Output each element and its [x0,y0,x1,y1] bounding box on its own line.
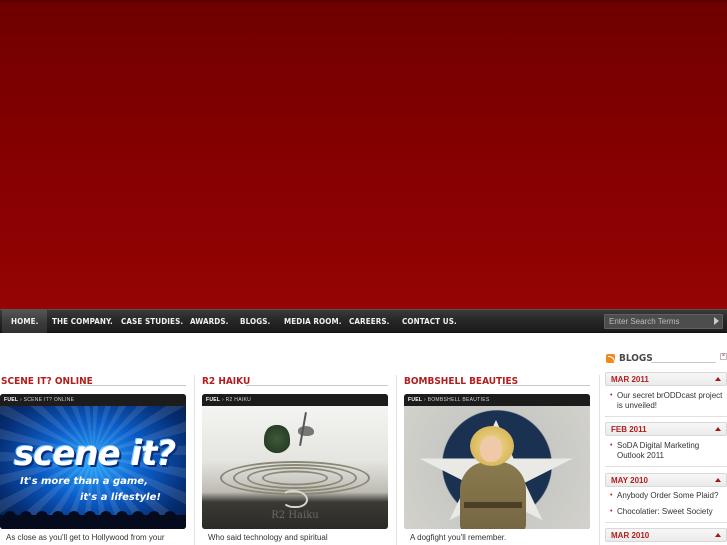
post-title: Anybody Order Some Plaid? [617,491,719,500]
feature-description: Who said technology and spiritual [208,533,328,542]
title-rule [500,385,590,386]
month-label: MAY 2010 [611,476,648,485]
breadcrumb: FUEL › BOMBSHELL BEAUTIES [404,394,590,406]
image-tagline: it's a lifestyle! [80,492,161,503]
crowd-silhouette [0,511,186,529]
archive-month-may-2010[interactable]: MAY 2010 [605,473,727,487]
search-input[interactable] [609,315,707,328]
blog-post-link[interactable]: Our secret brODDcast project is unveiled… [610,391,722,411]
nav-media-room[interactable]: MEDIA ROOM. [284,310,342,333]
blog-post-link[interactable]: Chocolatier: Sweet Society [610,507,713,517]
crumb-brand: FUEL [206,397,221,403]
nav-awards[interactable]: AWARDS. [190,310,229,333]
nav-the-company[interactable]: THE COMPANY. [52,310,113,333]
post-title: Our secret brODDcast project [617,391,723,400]
feature-card[interactable]: FUEL › R2 HAIKU R2 Haiku [202,394,388,529]
month-label: FEB 2011 [611,425,647,434]
image-tagline: It's more than a game, [20,476,148,487]
archive-month-mar-2011[interactable]: MAR 2011 [605,372,727,386]
chevron-up-icon[interactable] [715,377,721,381]
nav-case-studies[interactable]: CASE STUDIES. [121,310,183,333]
rss-icon[interactable] [606,354,615,363]
divider [605,416,727,417]
arrow-right-icon[interactable] [714,317,719,325]
nav-careers[interactable]: CAREERS. [349,310,390,333]
sidebar-title: BLOGS [619,353,653,364]
divider [605,522,727,523]
feature-description: As close as you'll get to Hollywood from… [6,533,165,542]
feature-image: scene it? It's more than a game, it's a … [0,406,186,529]
title-rule [80,385,186,386]
feature-image [404,406,590,529]
crumb-brand: FUEL [408,397,423,403]
search-box [604,314,723,329]
crumb-page: SCENE IT? ONLINE [23,397,75,403]
chevron-up-icon[interactable] [715,478,721,482]
blog-post-link[interactable]: SoDA Digital Marketing Outlook 2011 [610,441,699,461]
blog-post-link[interactable]: Anybody Order Some Plaid? [610,491,718,501]
main-navigation: HOME. THE COMPANY. CASE STUDIES. AWARDS.… [0,309,727,333]
feature-image: R2 Haiku [202,406,388,529]
crumb-page: BOMBSHELL BEAUTIES [427,397,490,403]
column-divider [599,375,600,545]
breadcrumb: FUEL › R2 HAIKU [202,394,388,406]
scene-it-logo: scene it? [14,434,176,474]
feature-title[interactable]: BOMBSHELL BEAUTIES [404,375,518,389]
title-rule [246,385,388,386]
nav-home[interactable]: HOME. [2,310,48,333]
nav-blogs[interactable]: BLOGS. [240,310,270,333]
column-divider [194,375,195,545]
title-rule [651,362,716,363]
feature-card[interactable]: FUEL › BOMBSHELL BEAUTIES [404,394,590,529]
feature-title[interactable]: SCENE IT? ONLINE [1,375,93,389]
chevron-up-icon[interactable] [715,533,721,537]
hero-banner [0,0,727,309]
pinup-figure [460,462,526,529]
haiku-logo-icon [282,490,308,508]
nav-contact-us[interactable]: CONTACT US. [402,310,457,333]
feature-card[interactable]: FUEL › SCENE IT? ONLINE scene it? It's m… [0,394,186,529]
chevron-up-icon[interactable] [715,427,721,431]
post-title: SoDA Digital Marketing [617,441,700,450]
divider [605,466,727,467]
close-icon[interactable]: × [720,353,727,360]
feature-title[interactable]: R2 HAIKU [202,375,250,389]
post-title: Outlook 2011 [617,451,664,460]
post-title: Chocolatier: Sweet Society [617,507,713,516]
month-label: MAR 2011 [611,375,649,384]
feature-description: A dogfight you'll remember. [410,533,507,542]
crumb-page: R2 HAIKU [225,397,252,403]
archive-month-mar-2010[interactable]: MAR 2010 [605,528,727,542]
bonsai-tree [264,424,290,454]
archive-month-feb-2011[interactable]: FEB 2011 [605,422,727,436]
column-divider [396,375,397,545]
image-label: R2 Haiku [271,510,319,521]
crumb-brand: FUEL [4,397,19,403]
post-title: is unveiled! [617,401,658,410]
month-label: MAR 2010 [611,531,650,540]
breadcrumb: FUEL › SCENE IT? ONLINE [0,394,186,406]
